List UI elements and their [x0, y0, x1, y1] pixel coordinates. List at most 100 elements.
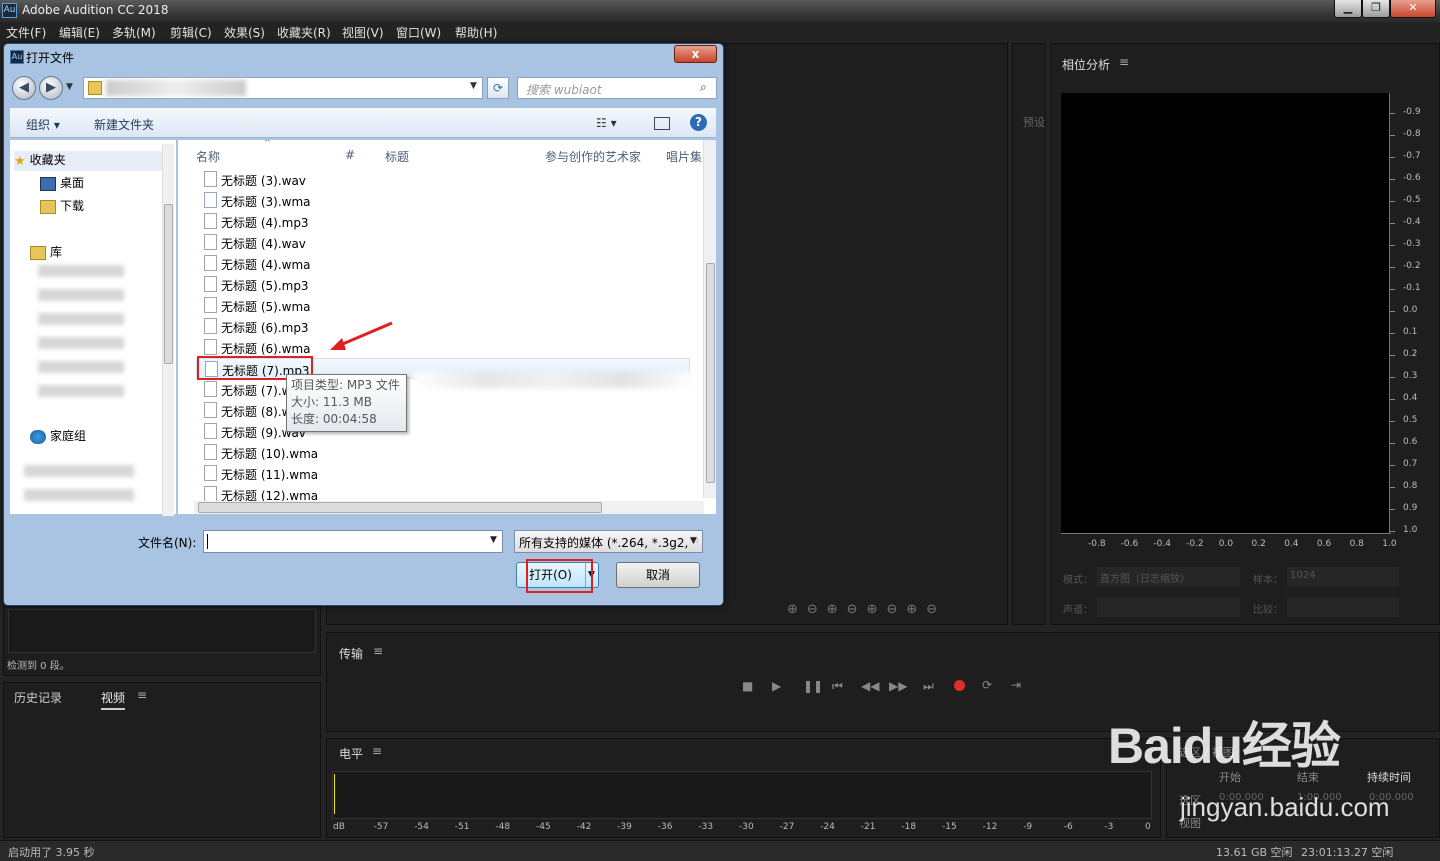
help-icon[interactable]: ?: [690, 114, 707, 131]
panel-menu-icon[interactable]: ≡: [373, 644, 383, 658]
file-row[interactable]: 无标题 (3).wma: [196, 190, 690, 211]
phase-tick: [1390, 113, 1395, 114]
tooltip-length: 长度: 00:04:58: [291, 412, 377, 426]
pause-icon[interactable]: ❚❚: [803, 679, 823, 693]
file-row[interactable]: 无标题 (9).wav: [196, 421, 690, 442]
panel-menu-icon[interactable]: ≡: [372, 744, 382, 758]
phase-tick-label: -0.4: [1403, 217, 1421, 227]
level-tick-label: -45: [536, 822, 551, 832]
chevron-down-icon[interactable]: ▼: [470, 81, 477, 91]
panel-menu-icon[interactable]: ≡: [137, 688, 147, 702]
menu-edit[interactable]: 编辑(E): [59, 24, 100, 41]
menu-favorites[interactable]: 收藏夹(R): [277, 24, 331, 41]
col-name[interactable]: 名称: [196, 148, 220, 165]
stop-icon[interactable]: ■: [742, 679, 753, 693]
file-row[interactable]: 无标题 (4).wav: [196, 232, 690, 253]
panel-menu-icon[interactable]: ≡: [1119, 55, 1129, 69]
file-row[interactable]: 无标题 (3).wav: [196, 169, 690, 190]
menu-effects[interactable]: 效果(S): [224, 24, 265, 41]
file-row[interactable]: 无标题 (4).mp3: [196, 211, 690, 232]
menu-file[interactable]: 文件(F): [6, 24, 46, 41]
record-icon[interactable]: [954, 680, 965, 691]
search-input[interactable]: 搜索 wubiaot ⌕: [517, 77, 717, 99]
sort-up-icon: ^: [264, 140, 271, 147]
menu-view[interactable]: 视图(V): [342, 24, 384, 41]
menu-help[interactable]: 帮助(H): [455, 24, 497, 41]
refresh-icon[interactable]: ⟳: [487, 77, 509, 99]
skip-forward-icon[interactable]: ⏭: [923, 679, 934, 694]
nav-homegroup-label: 家庭组: [50, 429, 87, 443]
file-row[interactable]: 无标题 (6).mp3: [196, 316, 690, 337]
chevron-down-icon[interactable]: ▼: [490, 535, 497, 545]
preview-pane-icon[interactable]: [654, 117, 670, 130]
minimize-button[interactable]: ▁: [1334, 0, 1362, 18]
cancel-button[interactable]: 取消: [616, 562, 700, 588]
close-app-button[interactable]: ✕: [1390, 0, 1436, 18]
sample-select[interactable]: 1024: [1287, 567, 1399, 587]
phase-tick-label: 0.1: [1403, 327, 1418, 337]
menu-multitrack[interactable]: 多轨(M): [112, 24, 156, 41]
compare-select[interactable]: [1287, 597, 1399, 617]
dialog-close-button[interactable]: x: [674, 45, 717, 63]
chevron-down-icon[interactable]: ▼: [690, 536, 697, 546]
file-row[interactable]: 无标题 (5).mp3: [196, 274, 690, 295]
nav-libraries[interactable]: 库: [30, 243, 176, 263]
address-bar[interactable]: ▼: [83, 77, 483, 99]
nav-favorites-label: 收藏夹: [29, 153, 66, 167]
nav-desktop[interactable]: 桌面: [40, 174, 176, 194]
skip-back-icon[interactable]: ⏮: [832, 679, 843, 694]
menu-bar: 文件(F) 编辑(E) 多轨(M) 剪辑(C) 效果(S) 收藏夹(R) 视图(…: [0, 22, 1440, 42]
skip-selection-icon[interactable]: ⇥: [1011, 678, 1021, 692]
search-icon[interactable]: ⌕: [700, 80, 707, 95]
zoom-controls[interactable]: ⊕⊖⊕⊖⊕⊖⊕⊖: [787, 602, 946, 617]
file-row[interactable]: 无标题 (4).wma: [196, 253, 690, 274]
col-album[interactable]: 唱片集: [666, 148, 702, 165]
nav-homegroup[interactable]: 家庭组: [30, 427, 176, 447]
tab-history[interactable]: 历史记录: [14, 689, 62, 706]
file-icon: [204, 423, 217, 439]
level-tick-label: -51: [454, 822, 470, 832]
file-list-hscrollbar[interactable]: [194, 501, 704, 514]
forward-arrow-icon[interactable]: ▶: [39, 76, 63, 100]
history-dropdown-icon[interactable]: ▼: [66, 82, 73, 92]
new-folder-button[interactable]: 新建文件夹: [94, 116, 154, 133]
status-startup: 启动用了 3.95 秒: [8, 846, 95, 859]
file-row[interactable]: 无标题 (5).wma: [196, 295, 690, 316]
level-tick-label: 0: [1145, 822, 1151, 832]
mode-select[interactable]: 直方图（日志缩放）: [1097, 567, 1240, 587]
organize-button[interactable]: 组织 ▾: [26, 116, 60, 133]
search-placeholder: 搜索 wubiaot: [526, 83, 602, 97]
tab-video[interactable]: 视频: [101, 689, 126, 710]
col-title[interactable]: 标题: [385, 148, 409, 165]
phase-bottom-label: 0.2: [1251, 539, 1266, 549]
level-tick-label: -21: [860, 822, 876, 832]
filename-input[interactable]: ▼: [203, 530, 503, 553]
file-list-scrollbar[interactable]: [703, 140, 716, 498]
file-row[interactable]: 无标题 (6).wma: [196, 337, 690, 358]
nav-scrollbar[interactable]: [162, 144, 174, 516]
menu-window[interactable]: 窗口(W): [396, 24, 441, 41]
level-tick-label: -48: [495, 822, 511, 832]
nav-downloads[interactable]: 下载: [40, 197, 176, 217]
filetype-select[interactable]: 所有支持的媒体 (*.264, *.3g2, *: [514, 530, 703, 553]
loop-icon[interactable]: ⟳: [982, 678, 992, 692]
nav-downloads-label: 下载: [60, 199, 85, 213]
col-number[interactable]: #: [345, 148, 355, 162]
rewind-icon[interactable]: ◀◀: [861, 679, 879, 693]
menu-clip[interactable]: 剪辑(C): [170, 24, 212, 41]
view-options-icon[interactable]: ☷ ▾: [596, 116, 617, 130]
channel-select[interactable]: [1097, 597, 1240, 617]
file-row[interactable]: 无标题 (11).wma: [196, 463, 690, 484]
fast-forward-icon[interactable]: ▶▶: [889, 679, 907, 693]
file-icon: [204, 465, 217, 481]
status-time: 23:01:13.27 空闲: [1301, 846, 1394, 859]
play-icon[interactable]: ▶: [772, 679, 781, 693]
maximize-button[interactable]: ❐: [1362, 0, 1390, 18]
back-arrow-icon[interactable]: ◀: [12, 76, 36, 100]
open-highlight-box: [526, 559, 593, 593]
file-row[interactable]: 无标题 (10).wma: [196, 442, 690, 463]
mode-label: 模式：: [1063, 575, 1093, 586]
file-row[interactable]: 无标题 (8).wav: [196, 400, 690, 421]
col-artist[interactable]: 参与创作的艺术家: [545, 148, 641, 165]
nav-favorites[interactable]: ★ 收藏夹: [14, 151, 164, 171]
